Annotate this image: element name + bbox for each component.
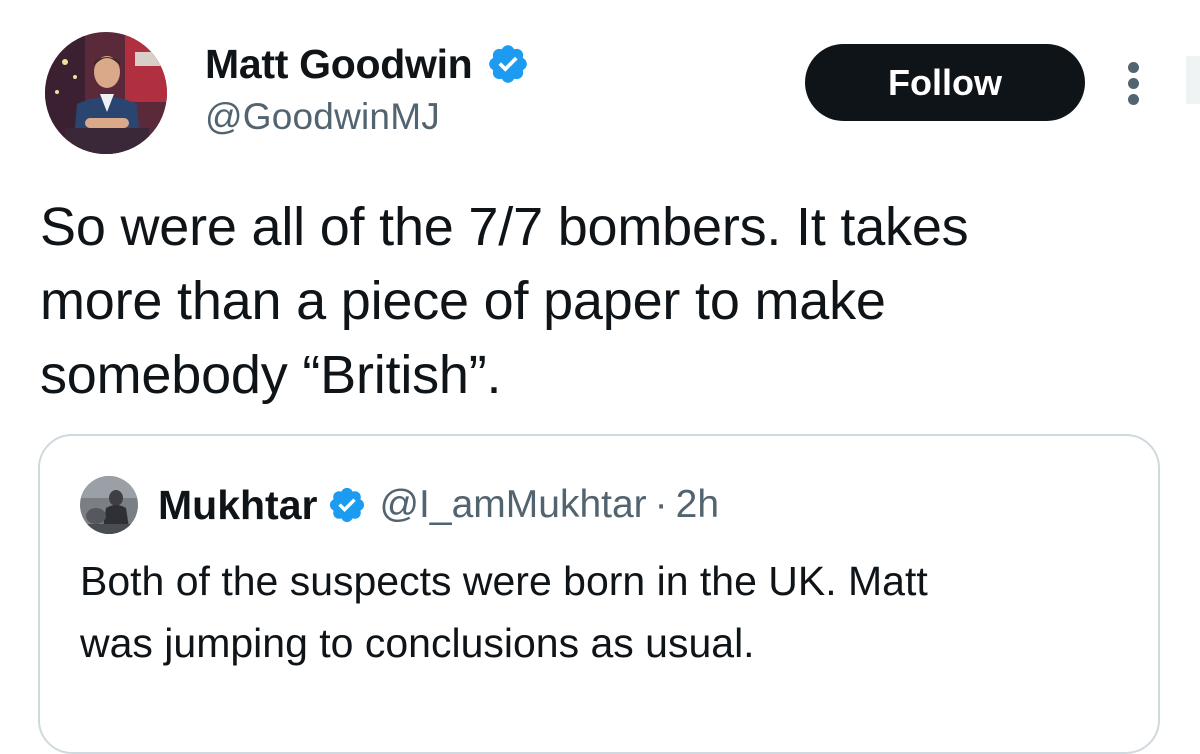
quoted-tweet-text: Both of the suspects were born in the UK…: [80, 558, 928, 666]
quoted-tweet-card[interactable]: Mukhtar @I_amMukhtar · 2h Both of the su…: [38, 434, 1160, 754]
quoted-avatar-image: [80, 476, 138, 534]
author-info: Matt Goodwin @GoodwinMJ: [205, 38, 530, 138]
verified-badge-icon: [330, 487, 365, 523]
quoted-author-avatar: [80, 476, 138, 534]
tweet-text: So were all of the 7/7 bombers. It takes…: [40, 197, 969, 405]
verified-badge-icon: [489, 45, 528, 83]
follow-button[interactable]: Follow: [805, 44, 1085, 121]
side-panel-edge: [1186, 56, 1200, 104]
separator-dot: ·: [654, 483, 668, 526]
author-display-name[interactable]: Matt Goodwin: [205, 41, 473, 88]
quoted-tweet-time[interactable]: 2h: [676, 483, 719, 527]
author-name-row: Matt Goodwin: [205, 38, 530, 90]
quoted-tweet-header: Mukhtar @I_amMukhtar · 2h: [158, 474, 719, 536]
more-vertical-icon[interactable]: [1120, 58, 1150, 110]
quoted-author-name[interactable]: Mukhtar: [158, 482, 317, 529]
avatar-image: [45, 32, 167, 154]
author-handle[interactable]: @GoodwinMJ: [205, 96, 530, 138]
quoted-author-handle[interactable]: @I_amMukhtar: [379, 483, 646, 527]
author-avatar[interactable]: [45, 32, 167, 154]
